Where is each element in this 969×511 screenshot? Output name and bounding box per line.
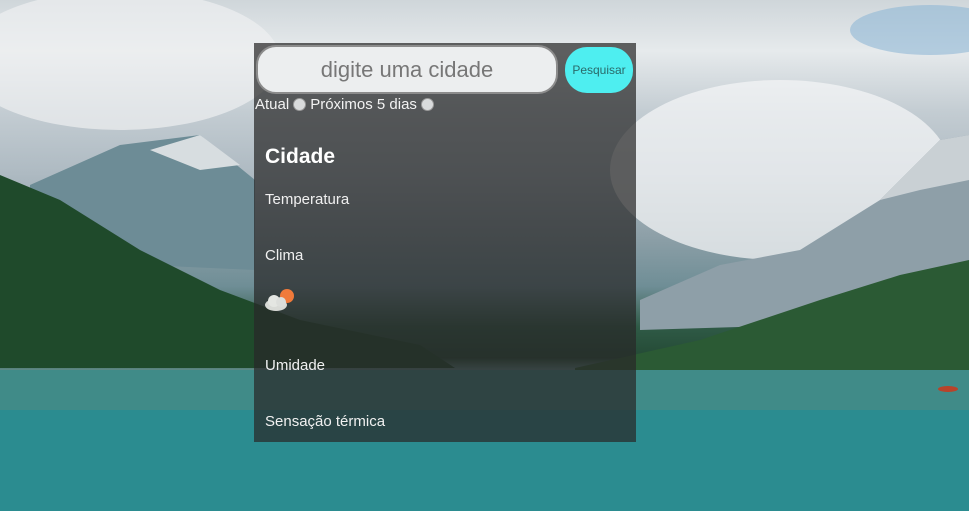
forecast-radio[interactable]: [420, 98, 434, 111]
city-search-input[interactable]: [256, 45, 558, 94]
search-button[interactable]: Pesquisar: [565, 46, 633, 93]
current-option-label: Atual: [255, 96, 290, 113]
partly-cloudy-icon: [264, 288, 296, 312]
feels-like-label: Sensação térmica: [265, 413, 386, 430]
weather-panel: Pesquisar Atual Próximos 5 dias Cidade T…: [254, 43, 636, 442]
forecast-mode-options: Atual Próximos 5 dias: [255, 96, 438, 113]
search-row: Pesquisar: [256, 45, 633, 94]
climate-label: Clima: [265, 247, 304, 264]
current-radio[interactable]: [293, 98, 307, 111]
temperature-label: Temperatura: [265, 191, 350, 208]
forecast-option-label: Próximos 5 dias: [310, 96, 417, 113]
city-name: Cidade: [265, 145, 336, 168]
humidity-label: Umidade: [265, 357, 326, 374]
